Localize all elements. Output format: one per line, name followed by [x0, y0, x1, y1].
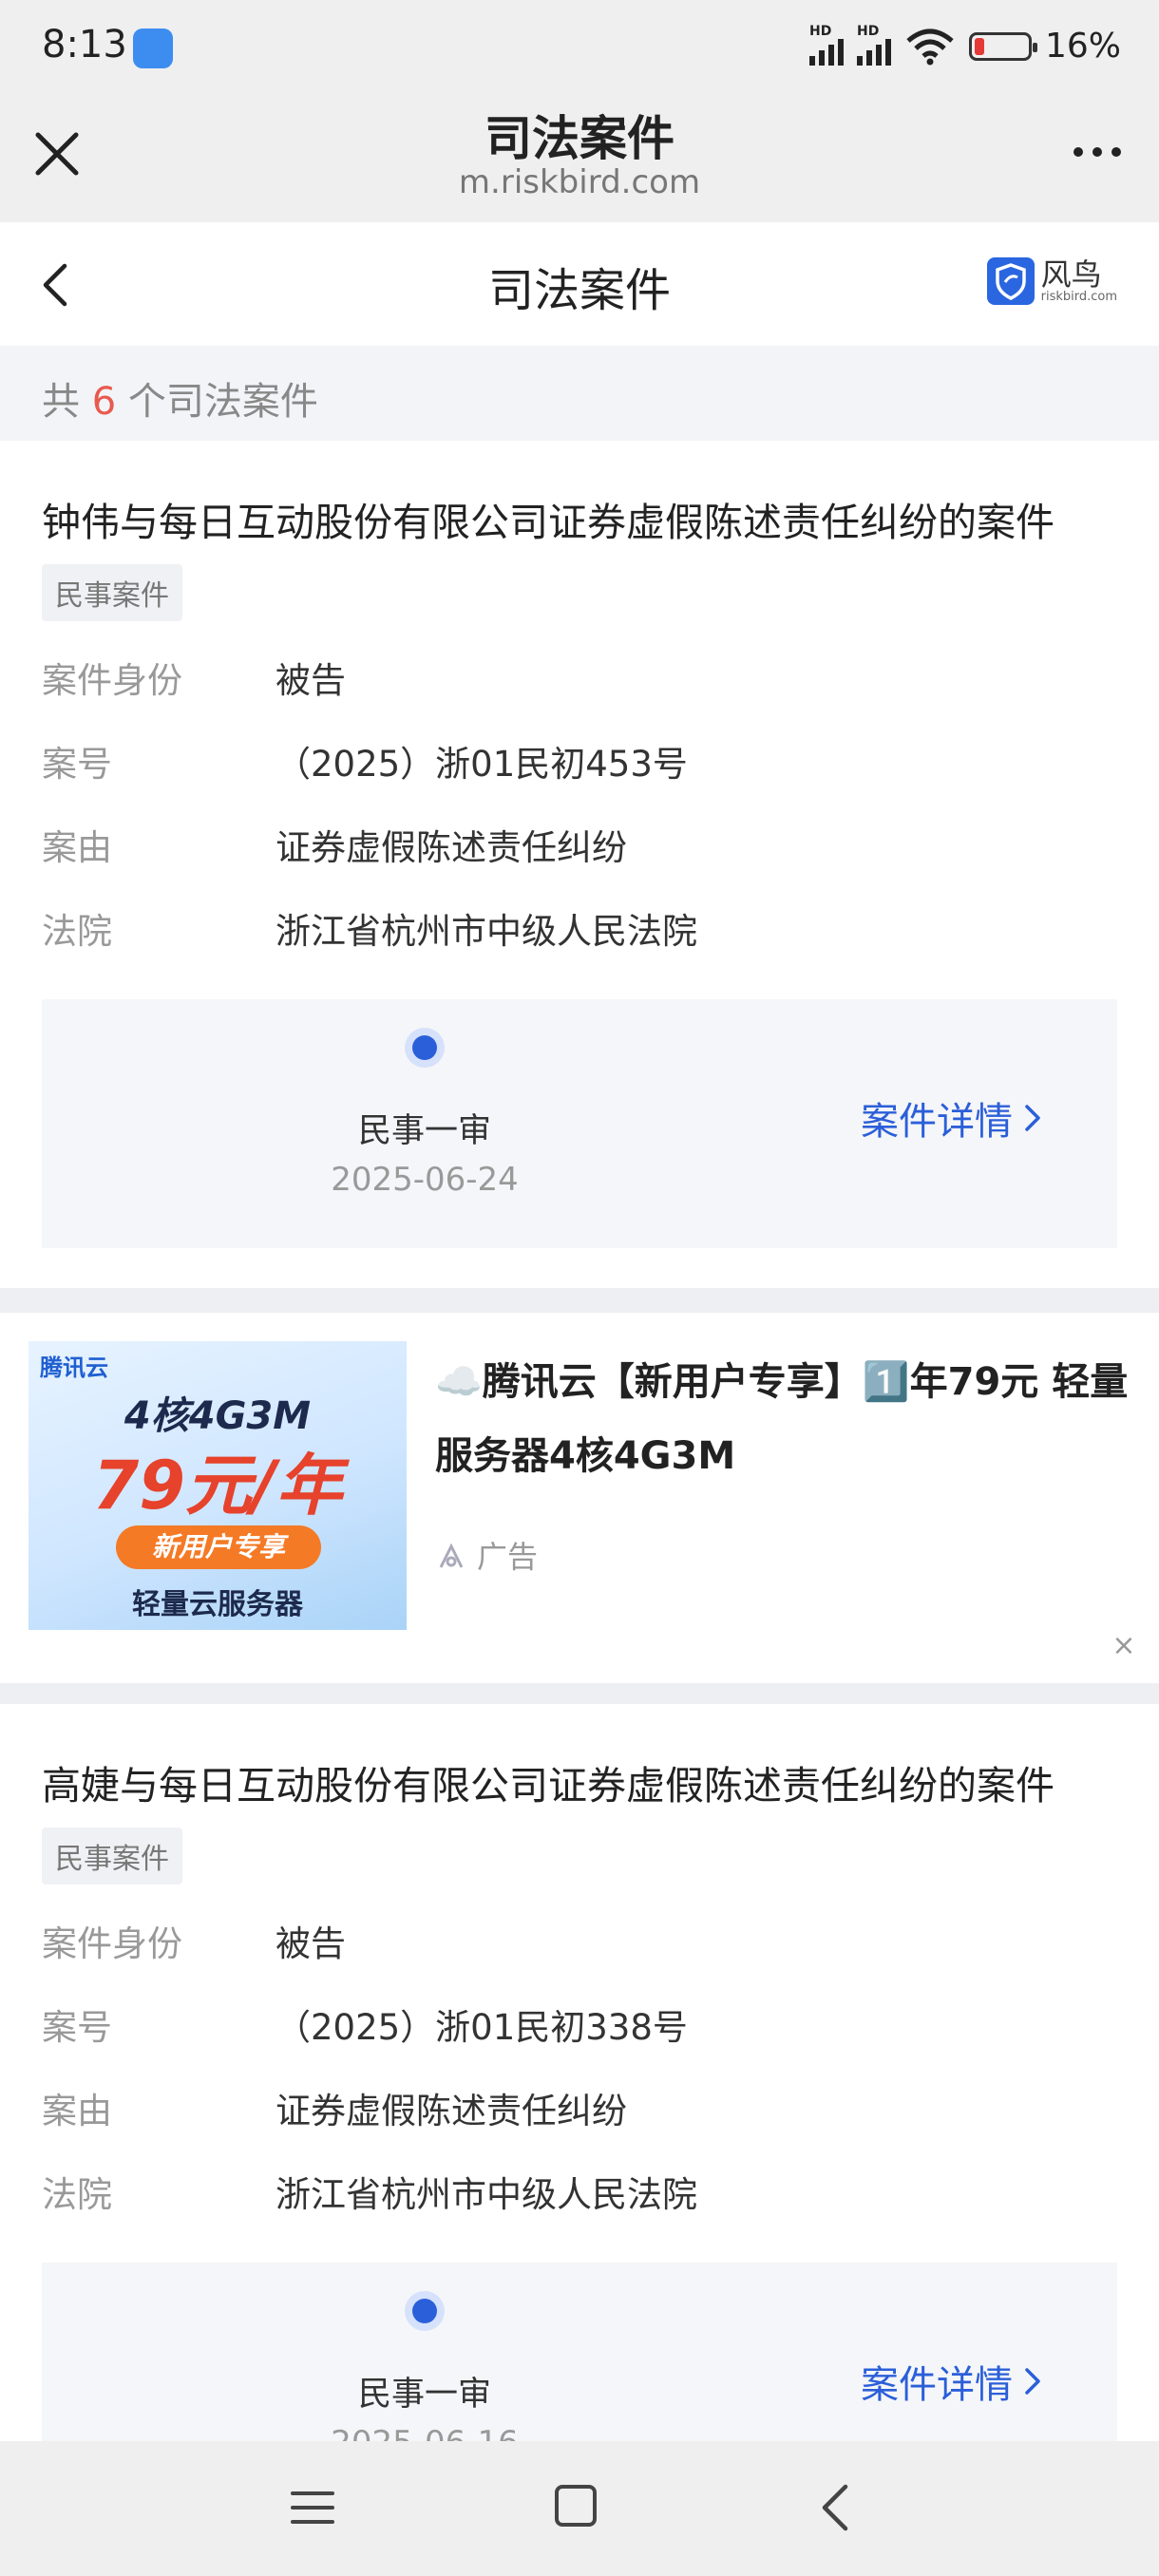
status-right: HD HD 16%	[808, 24, 1121, 66]
status-bar: 8:13 HD HD 16%	[0, 0, 1159, 95]
cause-label: 案由	[42, 2091, 112, 2131]
chevron-right-icon	[1025, 2368, 1040, 2395]
ad-mark-icon	[439, 1543, 464, 1568]
app-notification-icon	[133, 28, 173, 68]
case-type-tag: 民事案件	[42, 1828, 182, 1885]
case-no-value: （2025）浙01民初453号	[276, 744, 688, 785]
role-label: 案件身份	[42, 660, 182, 701]
case-detail-label: 案件详情	[861, 2363, 1013, 2407]
brand-domain: riskbird.com	[1040, 290, 1117, 304]
case-no-label: 案号	[42, 744, 112, 785]
case-detail-label: 案件详情	[861, 1100, 1013, 1144]
browser-title: 司法案件	[484, 111, 674, 166]
system-nav-bar	[0, 2441, 1159, 2576]
case-timeline: 民事一审 2025-06-24 案件详情	[42, 999, 1117, 1248]
ad-image-pill: 新用户专享	[116, 1525, 321, 1569]
case-count-bar: 共 6 个司法案件	[0, 346, 1159, 441]
timeline-stage: 民事一审	[357, 2376, 491, 2414]
case-title[interactable]: 高婕与每日互动股份有限公司证券虚假陈述责任纠纷的案件	[42, 1753, 1054, 1810]
ad-title[interactable]: ☁️腾讯云【新用户专享】1️⃣年79元 轻量服务器4核4G3M	[435, 1345, 1129, 1493]
case-count-number: 6	[91, 380, 117, 424]
ad-close-icon[interactable]: ×	[1110, 1632, 1138, 1660]
ad-image-sub: 轻量云服务器	[132, 1588, 303, 1621]
hd-badge: HD	[856, 23, 880, 39]
role-label: 案件身份	[42, 1923, 182, 1964]
brand-name: 风鸟	[1040, 256, 1102, 293]
menu-icon[interactable]	[291, 2489, 334, 2527]
page-navbar: 司法案件 风鸟 riskbird.com	[0, 222, 1159, 346]
timeline-dot	[412, 1035, 437, 1060]
timeline-stage: 民事一审	[357, 1112, 491, 1150]
case-no-value: （2025）浙01民初338号	[276, 2007, 688, 2048]
wifi-icon	[906, 28, 954, 65]
shield-logo-icon	[986, 257, 1035, 305]
role-value: 被告	[276, 1923, 346, 1964]
case-type-tag: 民事案件	[42, 564, 182, 621]
chevron-right-icon	[1025, 1105, 1040, 1131]
timeline-dot	[412, 2299, 437, 2323]
ad-image[interactable]: 腾讯云 4核4G3M 79元/年 新用户专享 轻量云服务器	[28, 1341, 407, 1630]
browser-header: 司法案件 m.riskbird.com	[0, 95, 1159, 222]
court-label: 法院	[42, 2174, 112, 2215]
brand-logo[interactable]: 风鸟 riskbird.com	[986, 256, 1117, 306]
court-value: 浙江省杭州市中级人民法院	[276, 2174, 697, 2215]
battery-icon	[968, 31, 1037, 61]
case-count-text: 共 6 个司法案件	[42, 380, 318, 424]
timeline-date: 2025-06-16	[308, 2424, 542, 2441]
nav-back-icon[interactable]	[817, 2483, 851, 2532]
case-no-label: 案号	[42, 2007, 112, 2048]
ad-image-logo: 腾讯云	[40, 1354, 108, 1381]
ad-image-price: 79元/年	[92, 1447, 343, 1525]
case-timeline: 民事一审 2025-06-16 案件详情	[42, 2263, 1117, 2441]
ad-banner[interactable]: 腾讯云 4核4G3M 79元/年 新用户专享 轻量云服务器 ☁️腾讯云【新用户专…	[0, 1313, 1159, 1683]
cause-label: 案由	[42, 827, 112, 868]
role-value: 被告	[276, 660, 346, 701]
case-card[interactable]: 高婕与每日互动股份有限公司证券虚假陈述责任纠纷的案件 民事案件 案件身份 被告 …	[0, 1704, 1159, 2441]
case-detail-link[interactable]: 案件详情	[861, 2354, 1041, 2409]
signal-icon: HD	[856, 24, 891, 66]
cause-value: 证券虚假陈述责任纠纷	[276, 2091, 627, 2131]
case-card[interactable]: 钟伟与每日互动股份有限公司证券虚假陈述责任纠纷的案件 民事案件 案件身份 被告 …	[0, 441, 1159, 1288]
hd-badge: HD	[808, 23, 832, 39]
browser-url: m.riskbird.com	[458, 163, 701, 201]
court-value: 浙江省杭州市中级人民法院	[276, 911, 697, 952]
cause-value: 证券虚假陈述责任纠纷	[276, 827, 627, 868]
case-detail-link[interactable]: 案件详情	[861, 1090, 1041, 1146]
ad-label: 广告	[477, 1539, 539, 1575]
battery-percent: 16%	[1044, 27, 1121, 66]
home-icon[interactable]	[555, 2485, 597, 2527]
case-title[interactable]: 钟伟与每日互动股份有限公司证券虚假陈述责任纠纷的案件	[42, 490, 1054, 547]
status-time: 8:13	[42, 23, 127, 66]
court-label: 法院	[42, 911, 112, 952]
signal-icon: HD	[808, 24, 844, 66]
ad-badge: 广告	[435, 1533, 538, 1577]
timeline-date: 2025-06-24	[331, 1161, 519, 1199]
more-icon[interactable]	[1064, 133, 1130, 171]
